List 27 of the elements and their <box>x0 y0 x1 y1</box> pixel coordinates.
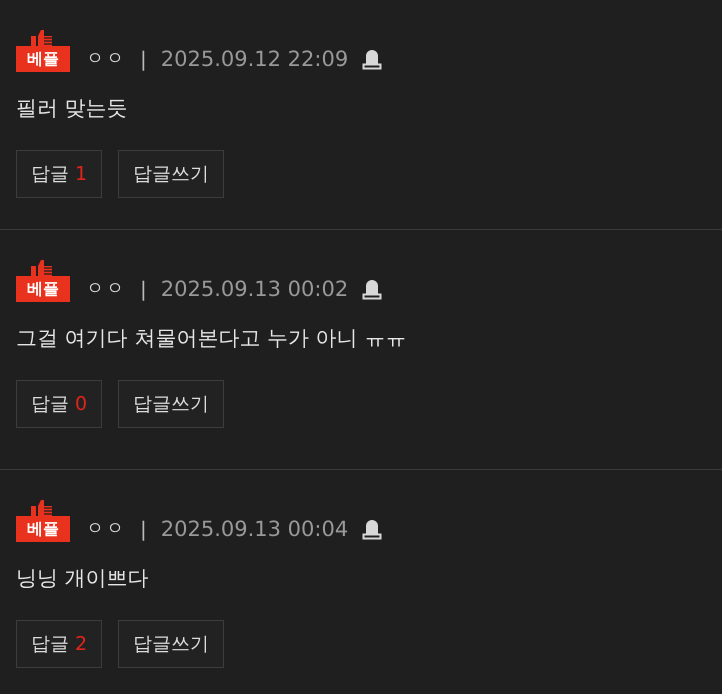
write-reply-button[interactable]: 답글쓰기 <box>118 150 224 198</box>
separator: | <box>140 276 147 302</box>
best-badge: 베플 <box>16 276 70 302</box>
report-siren-icon[interactable] <box>362 518 382 540</box>
write-reply-button[interactable]: 답글쓰기 <box>118 620 224 668</box>
comment-date: 2025.09.12 22:09 <box>160 46 348 72</box>
write-reply-button[interactable]: 답글쓰기 <box>118 380 224 428</box>
report-siren-icon[interactable] <box>362 278 382 300</box>
comment-text: 필러 맞는듯 <box>16 95 129 122</box>
reply-button[interactable]: 답글 0 <box>16 380 102 428</box>
author-name: ㅇㅇ <box>86 47 126 71</box>
comment-date: 2025.09.13 00:04 <box>160 516 348 542</box>
comment-text: 닝닝 개이쁘다 <box>16 565 150 592</box>
best-badge: 베플 <box>16 516 70 542</box>
comment-date: 2025.09.13 00:02 <box>160 276 348 302</box>
reply-button[interactable]: 답글 2 <box>16 620 102 668</box>
thumbs-up-icon <box>29 30 53 46</box>
separator: | <box>140 46 147 72</box>
author-name: ㅇㅇ <box>86 517 126 541</box>
thumbs-up-icon <box>29 260 53 276</box>
thumbs-up-icon <box>29 500 53 516</box>
report-siren-icon[interactable] <box>362 48 382 70</box>
author-name: ㅇㅇ <box>86 277 126 301</box>
separator: | <box>140 516 147 542</box>
comment-text: 그걸 여기다 쳐물어본다고 누가 아니 ㅠㅠ <box>16 325 408 352</box>
reply-button[interactable]: 답글 1 <box>16 150 102 198</box>
best-badge: 베플 <box>16 46 70 72</box>
